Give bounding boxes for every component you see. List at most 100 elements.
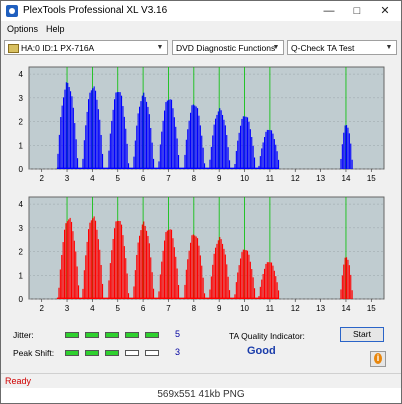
top-histogram-bar <box>212 135 214 169</box>
bottom-histogram-bar <box>136 254 138 299</box>
bottom-histogram-bar <box>83 270 85 299</box>
top-histogram-bar <box>122 106 124 169</box>
start-button[interactable]: Start <box>340 327 384 342</box>
bottom-x-tick-label: 4 <box>90 304 95 313</box>
bottom-histogram-bar <box>118 220 120 299</box>
top-histogram-bar <box>262 142 264 169</box>
bottom-histogram-bar <box>125 258 127 299</box>
top-histogram-bar <box>192 104 194 169</box>
jitter-meter-segment <box>105 332 119 338</box>
bottom-histogram-bar <box>266 262 268 299</box>
bottom-histogram-bar <box>100 264 102 299</box>
menu-help[interactable]: Help <box>46 24 65 34</box>
bottom-histogram-bar <box>269 262 271 299</box>
bottom-histogram-bar <box>166 230 168 299</box>
top-histogram-bar <box>123 116 125 169</box>
bottom-histogram-bar <box>190 242 192 299</box>
bottom-histogram-bar <box>275 276 277 299</box>
top-histogram-bar <box>114 99 116 169</box>
top-histogram-bar <box>224 125 226 169</box>
top-histogram-bar <box>63 97 65 169</box>
top-histogram-bar <box>340 158 342 169</box>
bottom-histogram-bar <box>115 221 117 299</box>
maximize-button[interactable]: □ <box>343 1 371 21</box>
top-histogram-bar <box>248 121 250 169</box>
top-histogram-bar <box>244 116 246 169</box>
window-title: PlexTools Professional XL V3.16 <box>23 5 168 16</box>
info-button[interactable]: i <box>370 351 386 367</box>
bottom-x-tick-label: 9 <box>217 304 222 313</box>
bottom-histogram-bar <box>173 247 175 299</box>
top-histogram-bar <box>268 129 270 169</box>
bottom-histogram-bar <box>261 279 263 299</box>
bottom-histogram-bar <box>76 266 78 299</box>
bottom-histogram-bar <box>268 262 270 299</box>
bottom-histogram-bar <box>86 241 88 299</box>
top-histogram-bar <box>264 137 266 169</box>
top-histogram-bar <box>169 99 171 169</box>
top-histogram-bar <box>93 86 95 169</box>
top-y-tick-label: 2 <box>19 118 24 127</box>
top-histogram-bar <box>153 158 155 169</box>
bottom-histogram-bar <box>150 257 152 299</box>
bottom-histogram-bar <box>343 264 345 299</box>
menu-options[interactable]: Options <box>7 24 38 34</box>
bottom-histogram-bar <box>276 282 278 299</box>
jitter-label: Jitter: <box>13 330 34 340</box>
bottom-histogram-bar <box>59 269 61 299</box>
minimize-button[interactable]: — <box>315 1 343 21</box>
bottom-histogram-bar <box>82 288 84 299</box>
bottom-histogram-bar <box>235 282 237 299</box>
bottom-histogram-bar <box>128 293 130 299</box>
jitter-meter-segment <box>85 332 99 338</box>
bottom-histogram-bar <box>204 293 206 299</box>
top-x-tick-label: 15 <box>367 174 376 183</box>
bottom-histogram-bar <box>219 237 221 299</box>
bottom-histogram-bar <box>121 224 123 299</box>
top-x-tick-label: 6 <box>141 174 146 183</box>
drive-select[interactable]: HA:0 ID:1 PX-716A ▼ <box>4 40 168 55</box>
top-x-tick-label: 9 <box>217 174 222 183</box>
chevron-down-icon: ▼ <box>272 44 280 51</box>
bottom-histogram-bar <box>123 246 125 299</box>
top-histogram-bar <box>75 139 77 169</box>
bottom-histogram-bar <box>241 252 243 299</box>
bottom-histogram-bar <box>254 288 256 299</box>
status-bar: Ready <box>1 373 401 388</box>
top-histogram-bar <box>190 112 192 169</box>
top-x-tick-label: 8 <box>192 174 197 183</box>
top-histogram-bar <box>217 111 219 169</box>
bottom-histogram-bar <box>108 280 110 299</box>
bottom-histogram-bar <box>191 235 193 299</box>
bottom-histogram-bar <box>172 238 174 299</box>
bottom-histogram-bar <box>347 259 349 299</box>
test-select[interactable]: Q-Check TA Test ▼ <box>287 40 397 55</box>
top-histogram-bar <box>210 146 212 169</box>
drive-select-value: HA:0 ID:1 PX-716A <box>21 43 95 53</box>
bottom-histogram-bar <box>212 264 214 299</box>
bottom-histogram-bar <box>65 223 67 299</box>
top-histogram-bar <box>128 163 130 169</box>
top-histogram-bar <box>97 109 99 169</box>
bottom-x-tick-label: 15 <box>367 304 376 313</box>
top-histogram-bar <box>240 125 242 169</box>
bottom-x-tick-label: 2 <box>39 304 44 313</box>
top-histogram-bar <box>201 135 203 169</box>
peak-shift-meter-segment <box>125 350 139 356</box>
top-histogram-bar <box>158 161 160 169</box>
top-histogram-bar <box>92 88 94 169</box>
close-button[interactable]: ✕ <box>371 1 399 21</box>
info-icon: i <box>374 353 382 364</box>
bottom-histogram-bar <box>89 222 91 299</box>
top-histogram-bar <box>119 92 121 169</box>
top-x-tick-label: 12 <box>291 174 300 183</box>
top-y-tick-label: 1 <box>19 141 24 150</box>
top-histogram-bar <box>61 105 63 169</box>
bottom-histogram-bar <box>162 250 164 299</box>
image-info-bar: 569x551 41kb PNG <box>1 388 401 403</box>
bottom-histogram-bar <box>210 276 212 299</box>
bottom-histogram-bar <box>199 255 201 299</box>
function-select[interactable]: DVD Diagnostic Functions ▼ <box>172 40 284 55</box>
bottom-histogram-bar <box>259 286 261 299</box>
top-histogram-bar <box>227 147 229 169</box>
